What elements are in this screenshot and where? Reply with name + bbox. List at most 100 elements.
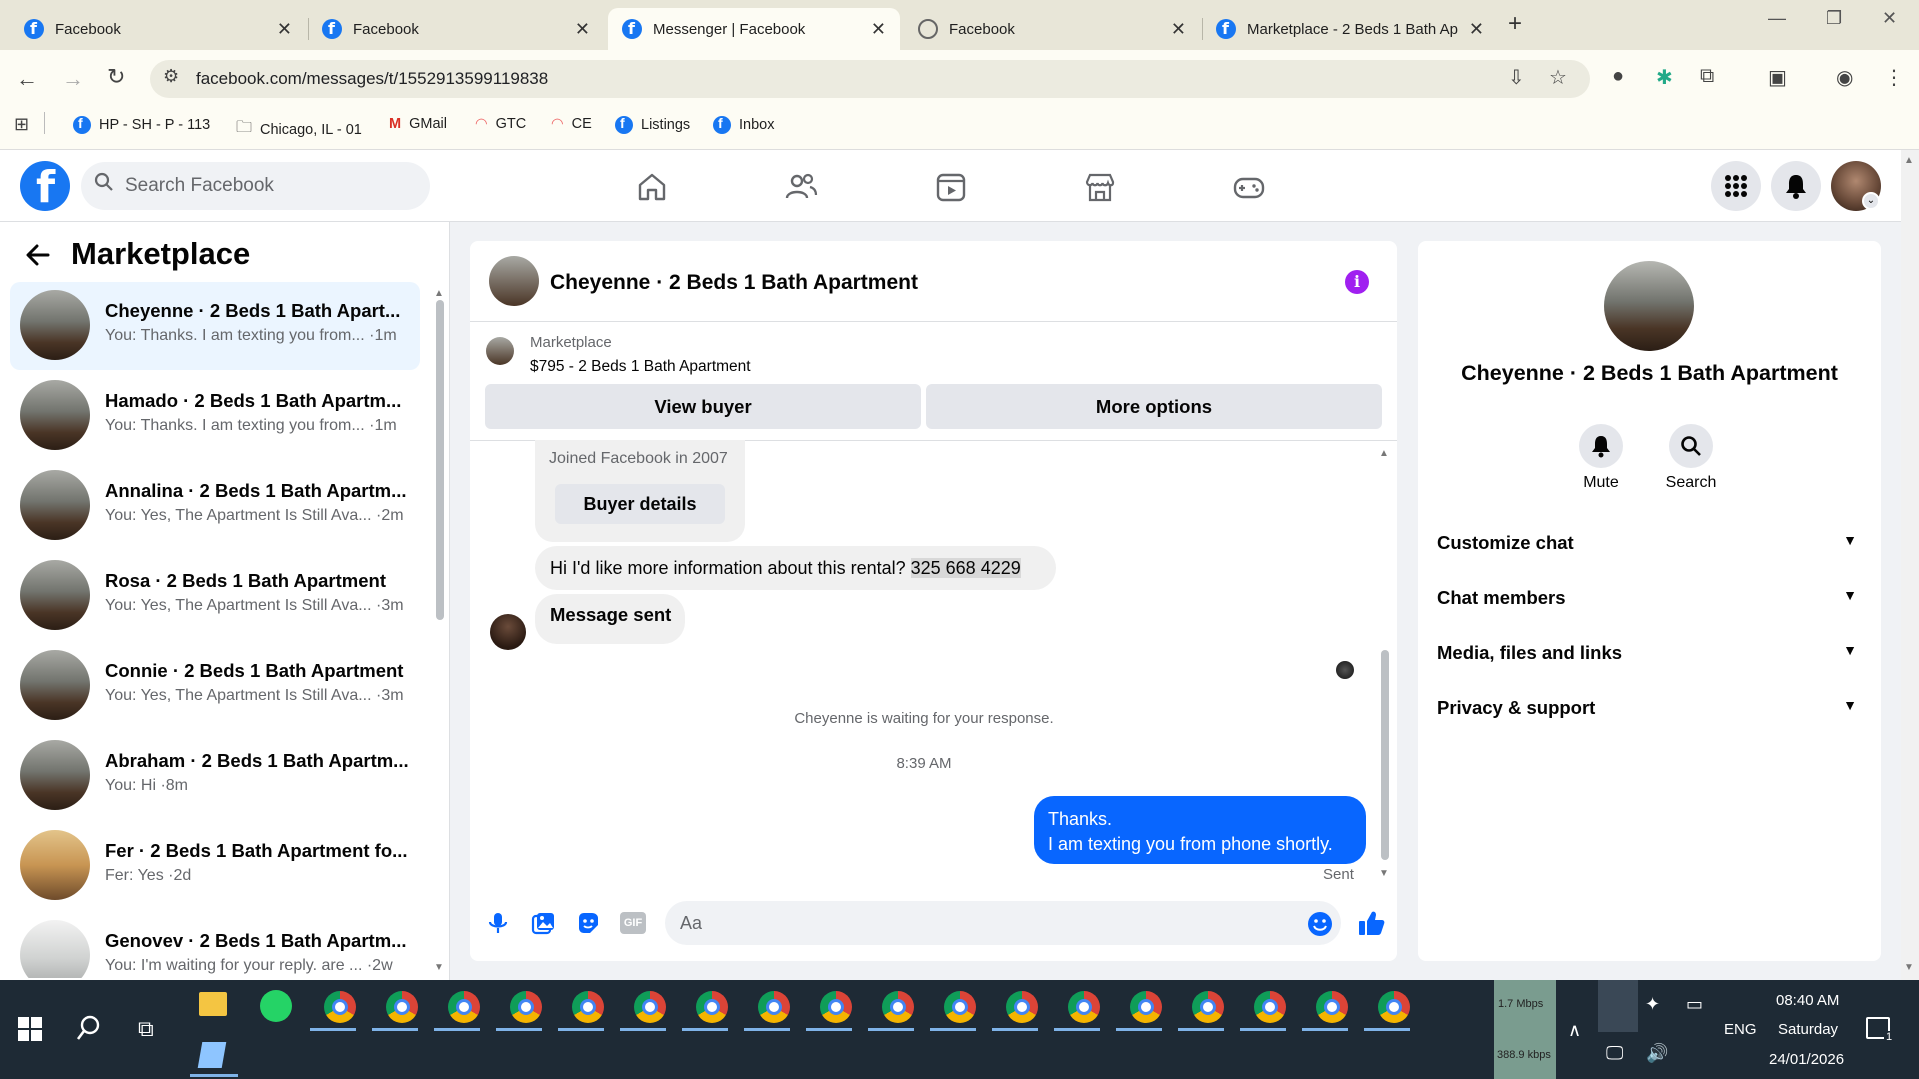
- scroll-up-arrow-icon[interactable]: ▲: [1379, 448, 1389, 459]
- clock-day[interactable]: Saturday: [1778, 1021, 1838, 1038]
- close-tab-icon[interactable]: ✕: [1469, 19, 1484, 40]
- profile-icon[interactable]: ◉: [1836, 65, 1853, 90]
- bookmark-inbox[interactable]: Inbox: [713, 115, 774, 134]
- buyer-details-button[interactable]: Buyer details: [555, 484, 725, 524]
- chrome-icon[interactable]: [448, 991, 480, 1023]
- windows-start-icon[interactable]: [18, 1017, 42, 1041]
- sticker-icon[interactable]: [575, 910, 601, 936]
- chrome-icon[interactable]: [820, 991, 852, 1023]
- account-chevron-icon[interactable]: ⌄: [1862, 192, 1880, 210]
- conversation-item[interactable]: Abraham · 2 Beds 1 Bath Apartm... You: H…: [10, 732, 420, 820]
- tab-marketplace[interactable]: Marketplace - 2 Beds 1 Bath Ap ✕: [1202, 8, 1498, 50]
- notifications-bell-icon[interactable]: [1771, 161, 1821, 211]
- view-buyer-button[interactable]: View buyer: [485, 384, 921, 429]
- contact-avatar[interactable]: [1604, 261, 1694, 351]
- chrome-icon[interactable]: [572, 991, 604, 1023]
- tab-search-icon[interactable]: ▣: [1768, 65, 1787, 90]
- chat-header-avatar[interactable]: [489, 256, 539, 306]
- clock-time[interactable]: 08:40 AM: [1776, 992, 1839, 1009]
- conversation-item[interactable]: Fer · 2 Beds 1 Bath Apartment fo... Fer:…: [10, 822, 420, 910]
- customize-chat-section[interactable]: Customize chat ▼: [1437, 532, 1861, 554]
- install-app-icon[interactable]: ⇩: [1508, 65, 1525, 90]
- privacy-support-section[interactable]: Privacy & support ▼: [1437, 697, 1861, 719]
- file-explorer-icon[interactable]: [199, 992, 227, 1016]
- menu-dots-icon[interactable]: ⋮: [1884, 65, 1904, 90]
- chat-members-section[interactable]: Chat members ▼: [1437, 587, 1861, 609]
- scroll-down-arrow-icon[interactable]: ▼: [434, 962, 444, 973]
- conversation-item[interactable]: Cheyenne · 2 Beds 1 Bath Apart... You: T…: [10, 282, 420, 370]
- chrome-icon[interactable]: [944, 991, 976, 1023]
- close-tab-icon[interactable]: ✕: [575, 19, 590, 40]
- extensions-puzzle-icon[interactable]: ⧉: [1700, 65, 1714, 88]
- bookmark-star-icon[interactable]: ☆: [1549, 65, 1567, 90]
- chrome-icon[interactable]: [634, 991, 666, 1023]
- battery-icon[interactable]: ▭: [1686, 994, 1703, 1015]
- extension-icon[interactable]: ✱: [1656, 65, 1673, 90]
- close-tab-icon[interactable]: ✕: [1171, 19, 1186, 40]
- back-icon[interactable]: ←: [16, 66, 38, 92]
- network-icon[interactable]: 🖵: [1606, 1043, 1623, 1064]
- chrome-icon[interactable]: [324, 991, 356, 1023]
- bookmark-ce[interactable]: ◠ CE: [551, 116, 592, 132]
- gaming-icon[interactable]: [1232, 170, 1266, 204]
- microphone-icon[interactable]: [485, 910, 511, 936]
- scroll-down-arrow-icon[interactable]: ▼: [1904, 962, 1914, 973]
- conversation-item[interactable]: Connie · 2 Beds 1 Bath Apartment You: Ye…: [10, 642, 420, 730]
- bookmark-gmail[interactable]: M GMail: [389, 116, 447, 132]
- show-hidden-icons[interactable]: ∧: [1568, 1020, 1581, 1041]
- thumbs-up-icon[interactable]: [1356, 908, 1386, 938]
- conversation-item[interactable]: Hamado · 2 Beds 1 Bath Apartm... You: Th…: [10, 372, 420, 460]
- bookmark-gtc[interactable]: ◠ GTC: [475, 116, 526, 132]
- chat-scrollbar[interactable]: [1381, 650, 1389, 860]
- bookmark-listings[interactable]: Listings: [615, 115, 690, 134]
- info-icon[interactable]: i: [1345, 270, 1369, 294]
- language-indicator[interactable]: ENG: [1724, 1021, 1757, 1038]
- media-files-links-section[interactable]: Media, files and links ▼: [1437, 642, 1861, 664]
- search-in-chat-button[interactable]: [1669, 424, 1713, 468]
- tab-facebook-2[interactable]: Facebook ✕: [308, 8, 604, 50]
- back-arrow-icon[interactable]: [24, 241, 52, 269]
- emoji-icon[interactable]: [1307, 911, 1333, 937]
- mute-button[interactable]: [1579, 424, 1623, 468]
- conversation-item[interactable]: Rosa · 2 Beds 1 Bath Apartment You: Yes,…: [10, 552, 420, 640]
- bookmark-chicago[interactable]: 🗀 Chicago, IL - 01: [236, 116, 362, 143]
- volume-icon[interactable]: 🔊: [1646, 1043, 1668, 1064]
- bookmark-hp[interactable]: HP - SH - P - 113: [73, 115, 210, 134]
- clock-date[interactable]: 24/01/2026: [1769, 1051, 1844, 1068]
- facebook-logo[interactable]: f: [20, 161, 70, 213]
- close-tab-icon[interactable]: ✕: [277, 19, 292, 40]
- menu-grid-button[interactable]: [1711, 161, 1761, 211]
- chrome-icon[interactable]: [386, 991, 418, 1023]
- chrome-icon[interactable]: [1254, 991, 1286, 1023]
- url-text[interactable]: facebook.com/messages/t/1552913599119838: [196, 69, 548, 89]
- restore-icon[interactable]: ❐: [1826, 8, 1842, 29]
- page-scrollbar[interactable]: [1901, 150, 1919, 980]
- video-icon[interactable]: [934, 170, 968, 204]
- close-tab-icon[interactable]: ✕: [871, 19, 886, 40]
- message-input[interactable]: [665, 901, 1341, 945]
- minimize-icon[interactable]: —: [1768, 8, 1786, 29]
- chrome-icon[interactable]: [1130, 991, 1162, 1023]
- gif-icon[interactable]: GIF: [620, 912, 646, 934]
- tab-messenger[interactable]: Messenger | Facebook ✕: [608, 8, 900, 50]
- scroll-down-arrow-icon[interactable]: ▼: [1379, 868, 1389, 879]
- chrome-icon[interactable]: [1378, 991, 1410, 1023]
- chrome-icon[interactable]: [510, 991, 542, 1023]
- tab-facebook-1[interactable]: Facebook ✕: [10, 8, 306, 50]
- apps-grid-icon[interactable]: ⊞: [14, 114, 29, 135]
- marketplace-icon[interactable]: [1083, 170, 1117, 204]
- conversation-item[interactable]: Genovev · 2 Beds 1 Bath Apartm... You: I…: [10, 912, 420, 978]
- chrome-icon[interactable]: [696, 991, 728, 1023]
- home-icon[interactable]: [635, 170, 669, 204]
- outgoing-message-bubble[interactable]: Thanks. I am texting you from phone shor…: [1034, 796, 1366, 864]
- phone-number-highlight[interactable]: 325 668 4229: [910, 558, 1021, 578]
- task-view-icon[interactable]: ⧉: [138, 1016, 154, 1042]
- more-options-button[interactable]: More options: [926, 384, 1382, 429]
- chrome-icon[interactable]: [1192, 991, 1224, 1023]
- chat-title[interactable]: Cheyenne · 2 Beds 1 Bath Apartment: [550, 271, 918, 295]
- site-info-icon[interactable]: ⚙: [163, 66, 179, 87]
- chrome-icon[interactable]: [1006, 991, 1038, 1023]
- chrome-icon[interactable]: [882, 991, 914, 1023]
- reload-icon[interactable]: ↻: [107, 64, 125, 90]
- scroll-up-arrow-icon[interactable]: ▲: [1904, 155, 1914, 166]
